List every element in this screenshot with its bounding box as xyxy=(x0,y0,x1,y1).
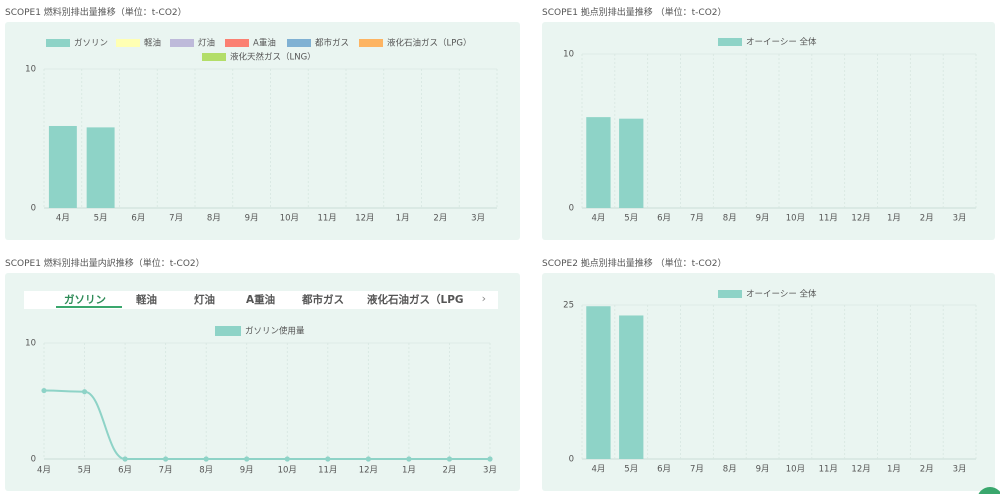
x-tick-label: 10月 xyxy=(786,465,805,475)
x-tick-label: 12月 xyxy=(851,465,870,475)
x-tick-label: 4月 xyxy=(591,465,605,475)
x-tick-label: 5月 xyxy=(624,465,638,475)
x-tick-label: 2月 xyxy=(920,465,934,475)
x-tick-label: 6月 xyxy=(657,465,671,475)
x-tick-label: 9月 xyxy=(756,465,770,475)
scope2-site-chart: 25 0 オーイーシー 全体 4月 5月 6月 7月 8月 9月 10月 11月 12月 1月 2月 3月 xyxy=(563,289,977,475)
x-tick-label: 11月 xyxy=(819,465,838,475)
legend-swatch xyxy=(718,290,742,298)
bar xyxy=(586,306,611,459)
legend-label: オーイーシー 全体 xyxy=(746,289,817,300)
x-tick-label: 8月 xyxy=(723,465,737,475)
x-tick-label: 1月 xyxy=(887,465,901,475)
y-tick-label: 0 xyxy=(569,455,574,465)
x-tick-label: 3月 xyxy=(953,465,967,475)
y-tick-label: 25 xyxy=(563,301,574,311)
x-tick-label: 7月 xyxy=(690,465,704,475)
bar xyxy=(619,315,644,459)
